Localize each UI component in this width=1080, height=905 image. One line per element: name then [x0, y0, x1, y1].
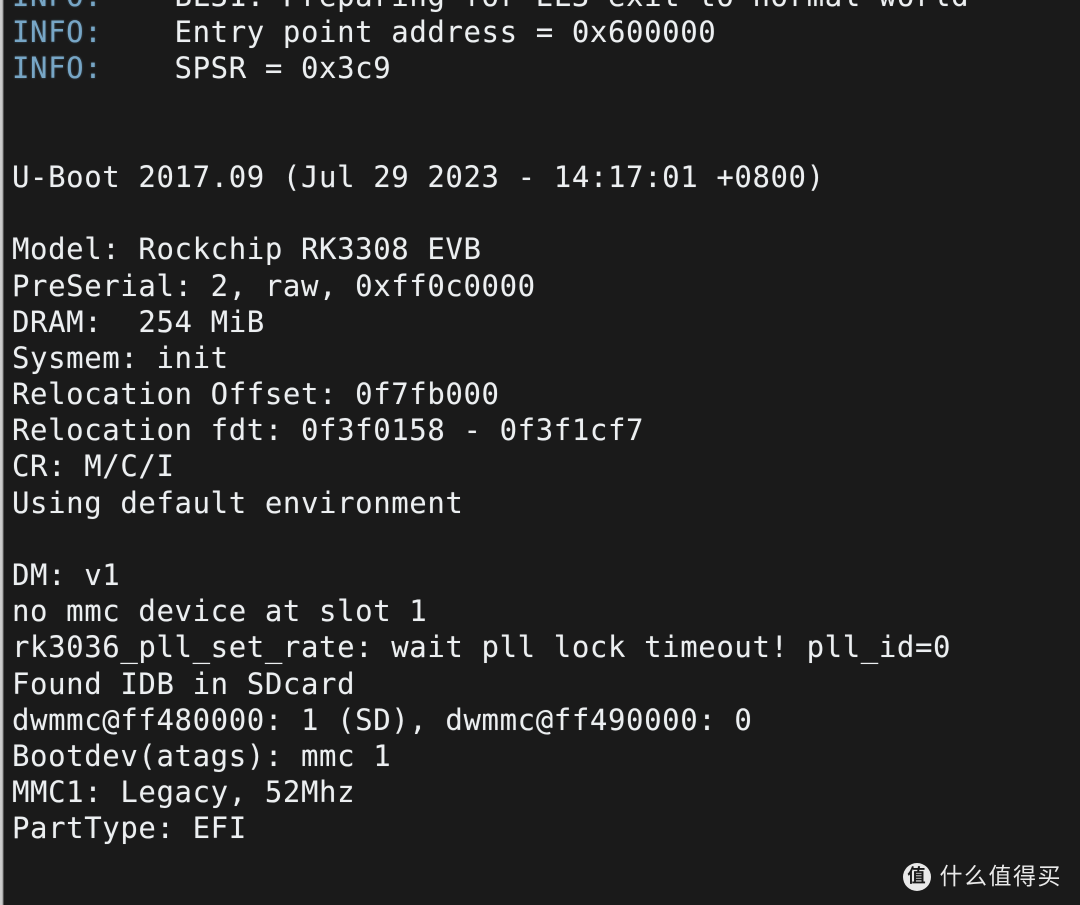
log-message: Model: Rockchip RK3308 EVB	[12, 232, 482, 267]
watermark-label: 什么值得买	[939, 863, 1062, 890]
console-line: no mmc device at slot 1	[12, 593, 1080, 629]
terminal-screen: INFO: BL31: Preparing for EL3 exit to no…	[0, 0, 1080, 905]
console-line: dwmmc@ff480000: 1 (SD), dwmmc@ff490000: …	[12, 702, 1080, 738]
log-message: Relocation fdt: 0f3f0158 - 0f3f1cf7	[12, 413, 645, 448]
log-message: PartType: EFI	[12, 811, 247, 846]
console-line: Sysmem: init	[12, 340, 1080, 376]
console-line: Model: Rockchip RK3308 EVB	[12, 231, 1080, 267]
window-left-border	[0, 0, 4, 905]
log-message: CR: M/C/I	[12, 449, 175, 484]
console-line: DM: v1	[12, 557, 1080, 593]
log-level-tag: INFO:	[12, 0, 102, 13]
console-output: INFO: BL31: Preparing for EL3 exit to no…	[12, 0, 1080, 905]
log-message: SPSR = 0x3c9	[102, 51, 392, 86]
console-line: U-Boot 2017.09 (Jul 29 2023 - 14:17:01 +…	[12, 159, 1080, 195]
log-level-tag: INFO:	[12, 15, 103, 50]
log-message: Using default environment	[12, 485, 464, 520]
log-message: MMC1: Legacy, 52Mhz	[12, 775, 356, 810]
console-line: Using default environment	[12, 485, 1080, 521]
log-message: no mmc device at slot 1	[12, 594, 428, 629]
console-line: Relocation Offset: 0f7fb000	[12, 376, 1080, 412]
console-line: Bootdev(atags): mmc 1	[12, 738, 1080, 774]
console-line: Found IDB in SDcard	[12, 666, 1080, 702]
console-line: MMC1: Legacy, 52Mhz	[12, 774, 1080, 810]
log-message: Relocation Offset: 0f7fb000	[12, 377, 500, 412]
log-level-tag: INFO:	[12, 51, 103, 86]
log-message: DM: v1	[12, 558, 121, 592]
console-line: rk3036_pll_set_rate: wait pll lock timeo…	[12, 629, 1080, 665]
log-message: dwmmc@ff480000: 1 (SD), dwmmc@ff490000: …	[12, 702, 753, 737]
watermark: 值 什么值得买	[902, 863, 1063, 891]
console-line: INFO: Entry point address = 0x600000	[12, 14, 1080, 50]
log-message: Sysmem: init	[12, 340, 229, 375]
log-message: Entry point address = 0x600000	[102, 15, 717, 50]
console-line: INFO: SPSR = 0x3c9	[12, 50, 1080, 86]
log-message: U-Boot 2017.09 (Jul 29 2023 - 14:17:01 +…	[12, 159, 825, 194]
log-message: PreSerial: 2, raw, 0xff0c0000	[12, 268, 536, 303]
console-line: PreSerial: 2, raw, 0xff0c0000	[12, 268, 1080, 304]
log-message: Found IDB in SDcard	[12, 666, 356, 701]
log-message: BL31: Preparing for EL3 exit to normal w…	[102, 0, 969, 13]
console-line: PartType: EFI	[12, 810, 1080, 846]
console-line: INFO: BL31: Preparing for EL3 exit to no…	[12, 0, 1080, 14]
console-line: DRAM: 254 MiB	[12, 304, 1080, 340]
log-message: Bootdev(atags): mmc 1	[12, 738, 392, 773]
watermark-logo-icon: 值	[902, 863, 931, 891]
console-line: CR: M/C/I	[12, 448, 1080, 484]
console-line: Relocation fdt: 0f3f0158 - 0f3f1cf7	[12, 412, 1080, 448]
log-message: rk3036_pll_set_rate: wait pll lock timeo…	[12, 630, 952, 665]
log-message: DRAM: 254 MiB	[12, 304, 265, 339]
